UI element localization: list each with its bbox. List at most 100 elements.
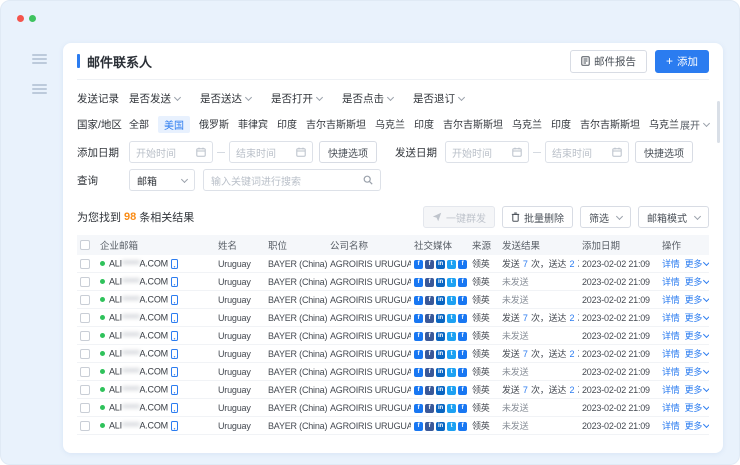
facebook-icon[interactable]: f bbox=[458, 386, 467, 395]
detail-link[interactable]: 详情 bbox=[662, 367, 680, 377]
linkedin-icon[interactable]: in bbox=[436, 350, 445, 359]
more-link[interactable]: 更多 bbox=[685, 329, 709, 342]
row-checkbox[interactable] bbox=[80, 367, 90, 377]
facebook-icon[interactable]: f bbox=[458, 404, 467, 413]
add-date-start-input[interactable]: 开始时间 bbox=[129, 141, 213, 163]
send-date-quick-button[interactable]: 快捷选项 bbox=[635, 141, 693, 163]
facebook-icon[interactable]: f bbox=[414, 296, 423, 305]
country-option[interactable]: 印度 bbox=[414, 116, 434, 133]
country-option[interactable]: 菲律宾 bbox=[238, 116, 268, 133]
row-checkbox[interactable] bbox=[80, 277, 90, 287]
facebook-icon[interactable]: f bbox=[414, 278, 423, 287]
row-checkbox[interactable] bbox=[80, 313, 90, 323]
twitter-icon[interactable]: t bbox=[447, 422, 456, 431]
phone-icon[interactable] bbox=[171, 313, 178, 323]
send-count-link[interactable]: 2 bbox=[570, 385, 575, 395]
linkedin-icon[interactable]: in bbox=[436, 332, 445, 341]
facebook-icon[interactable]: f bbox=[425, 368, 434, 377]
send-record-filter[interactable]: 是否点击 bbox=[342, 91, 393, 106]
send-date-start-input[interactable]: 开始时间 bbox=[445, 141, 529, 163]
detail-link[interactable]: 详情 bbox=[662, 259, 680, 269]
country-option[interactable]: 吉尔吉斯斯坦 bbox=[580, 116, 640, 133]
send-record-filter[interactable]: 是否发送 bbox=[129, 91, 180, 106]
row-checkbox[interactable] bbox=[80, 259, 90, 269]
facebook-icon[interactable]: f bbox=[414, 422, 423, 431]
more-link[interactable]: 更多 bbox=[685, 365, 709, 378]
facebook-icon[interactable]: f bbox=[425, 260, 434, 269]
more-link[interactable]: 更多 bbox=[685, 311, 709, 324]
country-option[interactable]: 全部 bbox=[129, 116, 149, 133]
mail-report-button[interactable]: 邮件报告 bbox=[570, 50, 647, 73]
linkedin-icon[interactable]: in bbox=[436, 422, 445, 431]
query-field-select[interactable]: 邮箱 bbox=[129, 169, 195, 191]
twitter-icon[interactable]: t bbox=[447, 386, 456, 395]
facebook-icon[interactable]: f bbox=[425, 404, 434, 413]
send-count-link[interactable]: 7 bbox=[523, 313, 528, 323]
bulk-send-button[interactable]: 一键群发 bbox=[423, 206, 495, 228]
linkedin-icon[interactable]: in bbox=[436, 386, 445, 395]
select-all-checkbox[interactable] bbox=[80, 240, 90, 250]
facebook-icon[interactable]: f bbox=[458, 296, 467, 305]
facebook-icon[interactable]: f bbox=[414, 386, 423, 395]
country-option[interactable]: 乌克兰 bbox=[512, 116, 542, 133]
linkedin-icon[interactable]: in bbox=[436, 278, 445, 287]
send-record-filter[interactable]: 是否送达 bbox=[200, 91, 251, 106]
twitter-icon[interactable]: t bbox=[447, 296, 456, 305]
mode-button[interactable]: 邮箱模式 bbox=[638, 206, 709, 228]
facebook-icon[interactable]: f bbox=[414, 332, 423, 341]
detail-link[interactable]: 详情 bbox=[662, 403, 680, 413]
send-count-link[interactable]: 7 bbox=[523, 385, 528, 395]
country-option[interactable]: 乌克兰 bbox=[649, 116, 679, 133]
phone-icon[interactable] bbox=[171, 331, 178, 341]
twitter-icon[interactable]: t bbox=[447, 278, 456, 287]
country-option[interactable]: 印度 bbox=[277, 116, 297, 133]
row-checkbox[interactable] bbox=[80, 385, 90, 395]
row-checkbox[interactable] bbox=[80, 421, 90, 431]
phone-icon[interactable] bbox=[171, 421, 178, 431]
linkedin-icon[interactable]: in bbox=[436, 368, 445, 377]
more-link[interactable]: 更多 bbox=[685, 257, 709, 270]
phone-icon[interactable] bbox=[171, 295, 178, 305]
more-link[interactable]: 更多 bbox=[685, 383, 709, 396]
twitter-icon[interactable]: t bbox=[447, 368, 456, 377]
linkedin-icon[interactable]: in bbox=[436, 260, 445, 269]
more-link[interactable]: 更多 bbox=[685, 419, 709, 432]
filter-button[interactable]: 筛选 bbox=[580, 206, 631, 228]
phone-icon[interactable] bbox=[171, 349, 178, 359]
send-count-link[interactable]: 2 bbox=[570, 349, 575, 359]
facebook-icon[interactable]: f bbox=[458, 350, 467, 359]
add-date-end-input[interactable]: 结束时间 bbox=[229, 141, 313, 163]
facebook-icon[interactable]: f bbox=[414, 350, 423, 359]
linkedin-icon[interactable]: in bbox=[436, 296, 445, 305]
twitter-icon[interactable]: t bbox=[447, 260, 456, 269]
country-option[interactable]: 吉尔吉斯斯坦 bbox=[443, 116, 503, 133]
twitter-icon[interactable]: t bbox=[447, 404, 456, 413]
phone-icon[interactable] bbox=[171, 403, 178, 413]
facebook-icon[interactable]: f bbox=[425, 332, 434, 341]
country-option[interactable]: 乌克兰 bbox=[375, 116, 405, 133]
add-button[interactable]: + 添加 bbox=[655, 50, 709, 73]
twitter-icon[interactable]: t bbox=[447, 314, 456, 323]
facebook-icon[interactable]: f bbox=[414, 368, 423, 377]
phone-icon[interactable] bbox=[171, 367, 178, 377]
facebook-icon[interactable]: f bbox=[425, 422, 434, 431]
facebook-icon[interactable]: f bbox=[425, 278, 434, 287]
country-option[interactable]: 俄罗斯 bbox=[199, 116, 229, 133]
more-link[interactable]: 更多 bbox=[685, 275, 709, 288]
sidebar-list-icon[interactable] bbox=[32, 84, 47, 94]
phone-icon[interactable] bbox=[171, 277, 178, 287]
detail-link[interactable]: 详情 bbox=[662, 385, 680, 395]
facebook-icon[interactable]: f bbox=[458, 314, 467, 323]
send-record-filter[interactable]: 是否退订 bbox=[413, 91, 464, 106]
facebook-icon[interactable]: f bbox=[458, 332, 467, 341]
scrollbar[interactable] bbox=[717, 101, 720, 143]
facebook-icon[interactable]: f bbox=[414, 314, 423, 323]
send-count-link[interactable]: 7 bbox=[523, 259, 528, 269]
facebook-icon[interactable]: f bbox=[458, 278, 467, 287]
facebook-icon[interactable]: f bbox=[414, 404, 423, 413]
send-count-link[interactable]: 2 bbox=[570, 259, 575, 269]
row-checkbox[interactable] bbox=[80, 349, 90, 359]
detail-link[interactable]: 详情 bbox=[662, 331, 680, 341]
phone-icon[interactable] bbox=[171, 385, 178, 395]
more-link[interactable]: 更多 bbox=[685, 347, 709, 360]
